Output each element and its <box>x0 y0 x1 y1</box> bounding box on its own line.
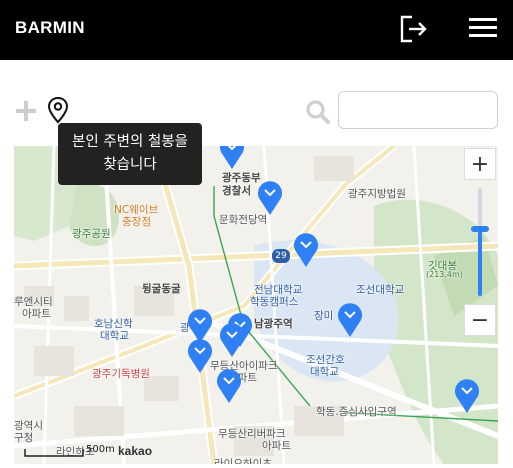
zoom-in-button[interactable]: + <box>464 148 496 180</box>
pullup-bar-marker[interactable] <box>453 376 481 414</box>
brand-logo[interactable]: BARMIN <box>15 18 85 38</box>
map-label-peak-height: (213.4m) <box>426 270 463 279</box>
map-label-hakdong-station: 학동.증심사입구역 <box>316 406 397 418</box>
map-label-gwangju-park: 광주공원 <box>72 228 111 240</box>
pullup-bar-marker[interactable] <box>256 178 284 216</box>
hamburger-menu-icon[interactable] <box>466 13 500 43</box>
pullup-bar-marker[interactable] <box>292 230 320 268</box>
map-provider-logo[interactable]: kakao <box>118 444 152 458</box>
map-label-police: 경찰서 <box>222 185 251 197</box>
map-label-raion-2: 라이오하이츠 <box>214 458 272 464</box>
search-icon[interactable] <box>305 99 331 125</box>
pullup-bar-marker[interactable] <box>218 320 246 358</box>
road-number-badge: 29 <box>272 249 290 263</box>
locate-tooltip: 본인 주변의 철봉을 찾습니다 <box>58 123 202 185</box>
map-label-christian-hospital: 광주기독병원 <box>92 368 150 380</box>
tooltip-line-2: 찾습니다 <box>103 157 157 173</box>
scale-bar-icon <box>24 449 84 457</box>
map-label-namgwangju: 남광주역 <box>254 318 293 330</box>
map-label-chosun-univ: 조선대학교 <box>356 284 405 296</box>
map-view[interactable]: 광주동부 경찰서 광주지방법원 NC웨이브 충장점 문화전당역 광주공원 뒹굴동… <box>14 146 498 464</box>
zoom-slider-fill <box>478 229 482 296</box>
search-input[interactable] <box>338 91 498 129</box>
map-label-honam-2: 대학교 <box>100 330 129 342</box>
pullup-bar-marker[interactable] <box>186 336 214 374</box>
map-label-mudeung-river-2: 아파트 <box>262 440 291 452</box>
map-label-chungjang: 충장점 <box>122 216 151 228</box>
map-label-royal-apt-2: 아파트 <box>22 308 51 320</box>
logout-icon[interactable] <box>398 13 430 45</box>
plus-icon[interactable] <box>14 99 38 123</box>
map-label-gu-office: 구청 <box>14 432 34 444</box>
map-pin-icon[interactable] <box>46 96 70 124</box>
map-label-hakdong-campus: 학동캠퍼스 <box>250 296 299 308</box>
app-header: BARMIN <box>0 0 513 60</box>
pullup-bar-marker[interactable] <box>218 146 246 170</box>
tooltip-line-1: 본인 주변의 철봉을 <box>72 134 188 150</box>
map-label-court: 광주지방법원 <box>348 188 406 200</box>
map-label-chosun-nurse-2: 대학교 <box>310 366 339 378</box>
zoom-out-button[interactable]: − <box>464 304 496 336</box>
zoom-slider-handle[interactable] <box>471 226 489 233</box>
zoom-control: + − <box>464 148 496 338</box>
pullup-bar-marker[interactable] <box>336 300 364 338</box>
map-label-river: 뒹굴동굴 <box>142 283 181 295</box>
scale-label: 500m <box>86 444 115 455</box>
map-label-jangmi: 장미 <box>314 310 334 322</box>
pullup-bar-marker[interactable] <box>215 366 243 404</box>
